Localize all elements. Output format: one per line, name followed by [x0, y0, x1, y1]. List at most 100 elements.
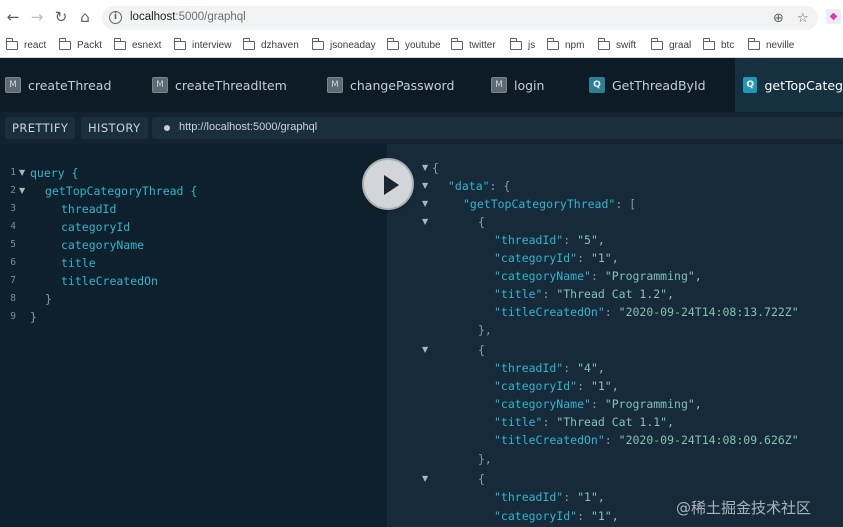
tab-GetThreadById[interactable]: Q GetThreadById — [584, 58, 735, 112]
tab-login[interactable]: Mlogin — [486, 58, 584, 112]
line-number: 8 — [10, 293, 16, 304]
home-icon[interactable]: ⌂ — [75, 7, 95, 27]
query-tab-bar: McreateThread McreateThreadItem MchangeP… — [0, 58, 843, 112]
bookmark-jsoneaday[interactable]: jsoneaday — [311, 37, 376, 53]
json-key: "threadId" — [494, 361, 564, 375]
folder-icon — [386, 38, 399, 50]
tab-getTopCategoryThread[interactable]: QgetTopCateg — [735, 58, 843, 112]
tab-createThreadItem[interactable]: McreateThreadItem — [147, 58, 322, 112]
json-value: "4", — [577, 361, 605, 375]
bookmark-graal[interactable]: graal — [650, 37, 691, 53]
bookmark-youtube[interactable]: youtube — [386, 37, 441, 53]
bookmark-dzhaven[interactable]: dzhaven — [242, 37, 299, 53]
json-value: "5", — [577, 233, 605, 247]
browser-chrome: ← → ↻ ⌂ i localhost:5000/graphql ⊕ ☆ ◆ r… — [0, 0, 843, 58]
back-arrow-icon[interactable]: ← — [3, 7, 23, 27]
bookmark-label: dzhaven — [261, 39, 299, 51]
fold-arrow-icon[interactable]: ▼ — [19, 182, 25, 200]
json-key: "categoryName" — [494, 397, 591, 411]
json-line: "categoryId": "1", — [494, 377, 619, 395]
query-badge-icon: Q — [743, 77, 758, 93]
bookmark-react[interactable]: react — [5, 37, 46, 53]
json-value: "Thread Cat 1.1", — [556, 415, 675, 429]
bookmark-neville[interactable]: neville — [747, 37, 795, 53]
json-value: "Programming", — [604, 397, 702, 411]
tab-createThread[interactable]: McreateThread — [0, 58, 147, 112]
folder-icon — [509, 38, 522, 50]
json-line: "threadId": "1", — [494, 488, 605, 506]
run-query-button[interactable] — [362, 158, 414, 210]
json-line: "categoryName": "Programming", — [494, 267, 702, 285]
folder-icon — [5, 38, 18, 50]
code-line: } — [45, 292, 52, 306]
json-key: "categoryId" — [494, 251, 578, 265]
bookmark-packt[interactable]: Packt — [58, 37, 102, 53]
bookmark-js[interactable]: js — [509, 37, 535, 53]
tab-label: GetThreadById — [612, 77, 706, 93]
url-path: :5000/graphql — [175, 11, 246, 23]
mutation-badge-icon: M — [491, 77, 507, 93]
line-number: 3 — [10, 203, 16, 214]
fold-arrow-icon[interactable]: ▼ — [422, 341, 428, 359]
json-brace: { — [432, 161, 439, 175]
address-bar[interactable]: i localhost:5000/graphql ⊕ ☆ — [102, 6, 818, 30]
folder-icon — [450, 38, 463, 50]
browser-nav-row: ← → ↻ ⌂ i localhost:5000/graphql ⊕ ☆ ◆ — [0, 0, 843, 34]
json-line: "getTopCategoryThread": [ — [463, 195, 636, 213]
folder-icon — [702, 38, 715, 50]
bookmark-npm[interactable]: npm — [546, 37, 585, 53]
bookmark-interview[interactable]: interview — [173, 37, 231, 53]
json-punct: : — [563, 233, 578, 247]
forward-arrow-icon[interactable]: → — [27, 7, 47, 27]
reload-icon[interactable]: ↻ — [51, 7, 71, 27]
json-punct: : { — [489, 179, 511, 193]
bookmark-swift[interactable]: swift — [597, 37, 636, 53]
json-line: "title": "Thread Cat 1.2", — [494, 285, 674, 303]
mutation-badge-icon: M — [327, 77, 343, 93]
prettify-button[interactable]: PRETTIFY — [5, 117, 76, 139]
history-button[interactable]: HISTORY — [81, 117, 148, 139]
folder-icon — [747, 38, 760, 50]
fold-arrow-icon[interactable]: ▼ — [422, 195, 428, 213]
json-punct: : — [577, 251, 591, 265]
zoom-icon[interactable]: ⊕ — [773, 11, 784, 26]
bookmark-label: npm — [565, 39, 585, 51]
fold-arrow-icon[interactable]: ▼ — [422, 213, 428, 231]
tab-label: login — [514, 77, 545, 93]
json-value: "1", — [577, 490, 605, 504]
bookmark-star-icon[interactable]: ☆ — [797, 11, 809, 26]
info-icon[interactable]: i — [109, 11, 122, 24]
tab-changePassword[interactable]: MchangePassword — [322, 58, 486, 112]
address-url[interactable]: localhost:5000/graphql — [130, 11, 246, 23]
json-value: "Programming", — [604, 269, 702, 283]
code-line: getTopCategoryThread { — [45, 184, 198, 198]
bookmark-btc[interactable]: btc — [702, 37, 734, 53]
url-host: localhost — [130, 11, 176, 23]
fold-arrow-icon[interactable]: ▼ — [422, 177, 428, 195]
fold-arrow-icon[interactable]: ▼ — [422, 159, 428, 177]
mutation-badge-icon: M — [152, 77, 168, 93]
fold-arrow-icon[interactable]: ▼ — [19, 164, 25, 182]
endpoint-field[interactable]: http://localhost:5000/graphql — [152, 117, 843, 139]
line-number: 7 — [10, 275, 16, 286]
json-punct: : — [577, 379, 591, 393]
bookmark-esnext[interactable]: esnext — [113, 37, 162, 53]
query-editor[interactable]: 1 2 3 4 5 6 7 8 9 ▼ ▼ query { getTopCate… — [0, 144, 387, 527]
folder-icon — [546, 38, 559, 50]
fold-arrow-icon[interactable]: ▼ — [422, 470, 428, 488]
bookmark-label: neville — [766, 39, 795, 51]
json-line: "categoryId": "1", — [494, 249, 619, 267]
editor-toolbar: PRETTIFY HISTORY http://localhost:5000/g… — [0, 112, 843, 144]
json-line: "threadId": "5", — [494, 231, 605, 249]
json-key: "getTopCategoryThread" — [463, 197, 616, 211]
folder-icon — [173, 38, 186, 50]
endpoint-url[interactable]: http://localhost:5000/graphql — [179, 121, 317, 133]
code-line: categoryId — [61, 220, 131, 234]
bookmark-twitter[interactable]: twitter — [450, 37, 496, 53]
json-line: "categoryName": "Programming", — [494, 395, 702, 413]
bookmark-label: esnext — [132, 39, 162, 51]
graphql-extension-icon[interactable]: ◆ — [826, 9, 841, 24]
mutation-badge-icon: M — [5, 77, 21, 93]
json-brace: }, — [478, 452, 492, 466]
code-line: } — [30, 310, 37, 324]
